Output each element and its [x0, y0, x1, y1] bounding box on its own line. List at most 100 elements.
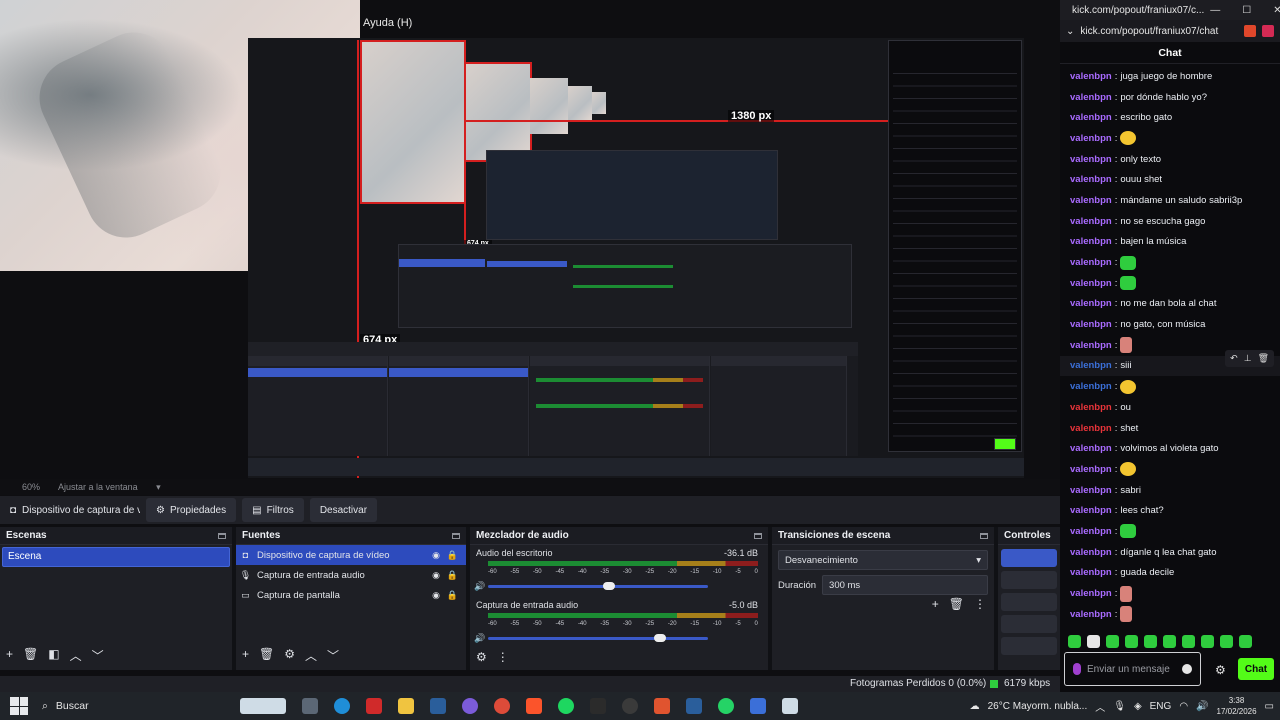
- chat-message[interactable]: valenbpn: por dónde hablo yo?: [1060, 87, 1280, 108]
- speaker-icon[interactable]: 🔊: [474, 581, 485, 592]
- chat-input[interactable]: Enviar un mensaje: [1064, 652, 1201, 686]
- chat-message[interactable]: valenbpn: volvimos al violeta gato: [1060, 438, 1280, 459]
- volume-slider[interactable]: [488, 582, 708, 590]
- add-icon[interactable]: +: [242, 647, 249, 664]
- filter-icon[interactable]: ◧: [48, 647, 59, 664]
- chat-username[interactable]: valenbpn: [1070, 216, 1112, 227]
- chat-address-bar[interactable]: ⌄ kick.com/popout/franiux07/chat: [1060, 20, 1280, 42]
- chevron-down-icon[interactable]: ⌄: [1066, 26, 1074, 37]
- properties-button[interactable]: ⚙ Propiedades: [146, 498, 237, 522]
- volume-knob[interactable]: [653, 634, 666, 642]
- lock-icon[interactable]: 🔒: [447, 570, 458, 581]
- microphone-icon[interactable]: 🎙: [1113, 701, 1126, 712]
- trash-icon[interactable]: 🗑: [949, 597, 964, 611]
- chat-username[interactable]: valenbpn: [1070, 547, 1112, 558]
- source-item-screen[interactable]: ▭ Captura de pantalla ◉ 🔒: [236, 585, 466, 605]
- source-item-audio[interactable]: 🎙 Captura de entrada audio ◉ 🔒: [236, 565, 466, 585]
- brave-shield-icon[interactable]: [1244, 25, 1256, 37]
- recorder-icon[interactable]: [654, 698, 670, 714]
- eye-icon[interactable]: ◉: [432, 590, 440, 601]
- chat-message[interactable]: valenbpn: only texto: [1060, 149, 1280, 170]
- down-icon[interactable]: ﹀: [327, 647, 339, 664]
- pin-icon[interactable]: ⊥: [1244, 353, 1252, 364]
- chat-message[interactable]: valenbpn: guada decile: [1060, 563, 1280, 584]
- clock[interactable]: 3:38 17/02/2026: [1217, 695, 1257, 717]
- close-icon[interactable]: ✕: [1273, 5, 1280, 16]
- down-icon[interactable]: ﹀: [92, 647, 104, 664]
- chat-username[interactable]: valenbpn: [1070, 360, 1112, 371]
- chat-message[interactable]: valenbpn:: [1060, 521, 1280, 542]
- reply-icon[interactable]: ↶: [1230, 353, 1238, 364]
- chat-message[interactable]: valenbpn: no se escucha gago: [1060, 211, 1280, 232]
- chat-message[interactable]: valenbpn:: [1060, 128, 1280, 149]
- language[interactable]: ENG: [1150, 701, 1172, 712]
- eye-icon[interactable]: ◉: [432, 570, 440, 581]
- volume-slider[interactable]: [488, 634, 708, 642]
- transition-select[interactable]: Desvanecimiento ▾: [778, 550, 988, 570]
- up-icon[interactable]: ︿: [305, 647, 317, 664]
- emote-button[interactable]: [1068, 634, 1081, 648]
- chat-username[interactable]: valenbpn: [1070, 71, 1112, 82]
- chat-message[interactable]: valenbpn: díganle q lea chat gato: [1060, 542, 1280, 563]
- dock-float-icon[interactable]: [218, 532, 226, 539]
- wifi-icon[interactable]: ◠: [1179, 701, 1188, 712]
- help-menu[interactable]: Ayuda (H): [363, 17, 412, 29]
- chat-username[interactable]: valenbpn: [1070, 298, 1112, 309]
- trash-icon[interactable]: 🗑: [23, 647, 38, 664]
- start-streaming-button[interactable]: [1001, 549, 1057, 567]
- emote-button[interactable]: [1106, 634, 1119, 648]
- brave-icon[interactable]: [526, 698, 542, 714]
- chat-username[interactable]: valenbpn: [1070, 423, 1112, 434]
- gear-icon[interactable]: ⚙: [476, 650, 487, 664]
- file-explorer-icon[interactable]: [398, 698, 414, 714]
- chat-message[interactable]: valenbpn: no me dan bola al chat: [1060, 294, 1280, 315]
- chat-username[interactable]: valenbpn: [1070, 278, 1112, 289]
- gear-icon[interactable]: ⚙: [284, 647, 295, 664]
- chat-username[interactable]: valenbpn: [1070, 236, 1112, 247]
- chat-username[interactable]: valenbpn: [1070, 588, 1112, 599]
- weather-icon[interactable]: ☁: [970, 701, 980, 712]
- lock-icon[interactable]: 🔒: [447, 550, 458, 561]
- emote-button[interactable]: [1220, 634, 1233, 648]
- minimize-icon[interactable]: —: [1210, 5, 1220, 16]
- trash-icon[interactable]: 🗑: [1258, 353, 1269, 364]
- chat-username[interactable]: valenbpn: [1070, 505, 1112, 516]
- taskbar-search[interactable]: ⌕ Buscar: [42, 692, 232, 720]
- chat-username[interactable]: valenbpn: [1070, 567, 1112, 578]
- chat-username[interactable]: valenbpn: [1070, 257, 1112, 268]
- chat-username[interactable]: valenbpn: [1070, 443, 1112, 454]
- emote-button[interactable]: [1239, 634, 1252, 648]
- up-icon[interactable]: ︿: [70, 647, 82, 664]
- gear-icon[interactable]: ⚙: [1215, 663, 1226, 677]
- app-red-icon[interactable]: [366, 698, 382, 714]
- filters-button[interactable]: ▤ Filtros: [242, 498, 304, 522]
- fit-window[interactable]: Ajustar a la ventana: [58, 482, 138, 492]
- dock-float-icon[interactable]: [754, 532, 762, 539]
- virtual-camera-button[interactable]: [1001, 593, 1057, 611]
- chat-username[interactable]: valenbpn: [1070, 154, 1112, 165]
- chat-message[interactable]: valenbpn: mándame un saludo sabrii3p: [1060, 190, 1280, 211]
- emote-button[interactable]: [1163, 634, 1176, 648]
- volume-icon[interactable]: 🔊: [1196, 701, 1208, 712]
- chat-send-button[interactable]: Chat: [1238, 658, 1274, 680]
- chat-message[interactable]: valenbpn: shet: [1060, 418, 1280, 439]
- notifications-icon[interactable]: ▭: [1265, 701, 1274, 712]
- chat-username[interactable]: valenbpn: [1070, 381, 1112, 392]
- chat-username[interactable]: valenbpn: [1070, 133, 1112, 144]
- emote-button[interactable]: [1087, 634, 1100, 648]
- app-light-icon[interactable]: [782, 698, 798, 714]
- studio-mode-button[interactable]: [1001, 615, 1057, 633]
- add-icon[interactable]: +: [6, 647, 13, 664]
- speaker-icon[interactable]: 🔊: [474, 633, 485, 644]
- chat-username[interactable]: valenbpn: [1070, 464, 1112, 475]
- chat-message[interactable]: valenbpn:: [1060, 604, 1280, 625]
- app-icon[interactable]: [622, 698, 638, 714]
- chat-username[interactable]: valenbpn: [1070, 340, 1112, 351]
- chat-username[interactable]: valenbpn: [1070, 526, 1112, 537]
- chat-message[interactable]: valenbpn: ouuu shet: [1060, 169, 1280, 190]
- app-blue-icon[interactable]: [750, 698, 766, 714]
- chevron-down-icon[interactable]: ▾: [156, 482, 161, 492]
- chat-username[interactable]: valenbpn: [1070, 402, 1112, 413]
- steam-icon[interactable]: [430, 698, 446, 714]
- chat-message[interactable]: valenbpn: no gato, con música: [1060, 314, 1280, 335]
